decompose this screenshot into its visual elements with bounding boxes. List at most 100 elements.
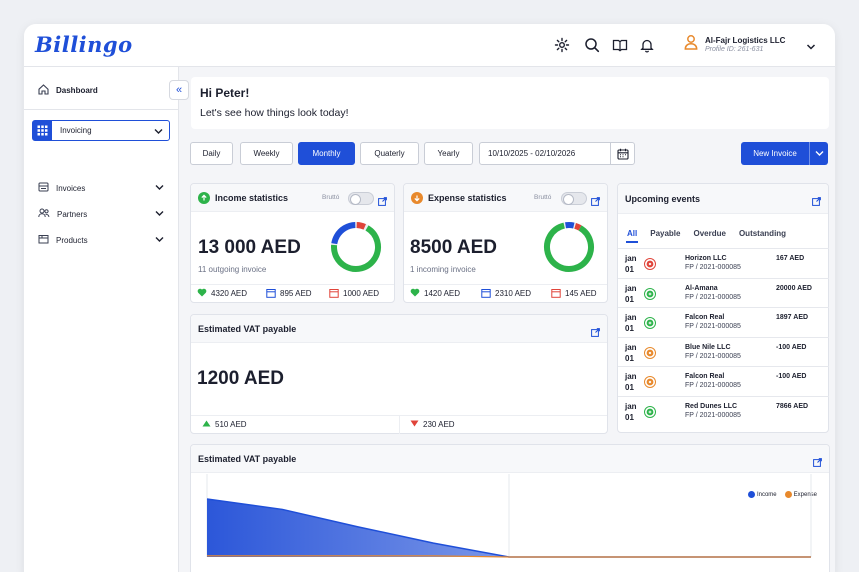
external-link-icon[interactable] [591,324,600,342]
event-amount: 167 AED [776,255,805,262]
expense-icon [411,191,423,204]
greeting-title: Hi Peter! [200,86,250,100]
event-day: 01 [625,265,634,274]
greeting-panel: Hi Peter! Let's see how things look toda… [191,77,829,129]
chevron-down-icon[interactable] [806,38,816,56]
event-partner: Blue Nile LLC [685,343,731,351]
period-yearly-button[interactable]: Yearly [424,142,473,165]
bell-icon[interactable] [638,36,656,54]
event-row[interactable]: jan 01 Falcon Real FP / 2021-000085 -100 AED [618,366,829,396]
status-icon [644,346,656,359]
chevron-down-icon[interactable] [810,150,828,157]
external-link-icon[interactable] [812,193,821,211]
date-range-field[interactable]: 10/10/2025 - 02/10/2026 [479,142,635,165]
gear-icon[interactable] [553,36,571,54]
event-day: 01 [625,353,634,363]
income-icon [198,191,210,204]
tab-payable[interactable]: Payable [650,229,680,238]
period-weekly-button[interactable]: Weekly [240,142,293,165]
event-reference: FP / 2021-000085 [685,411,741,419]
sidebar-item-products[interactable]: Products [38,234,164,246]
status-icon [644,287,656,300]
sidebar-item-partners[interactable]: Partners [38,208,164,220]
income-amount: 13 000 AED [198,237,301,258]
collapse-sidebar-button[interactable]: « [169,80,189,100]
app-window: Billingo Al-Fajr Logistics LLC Profile I… [24,24,835,572]
event-day: 01 [625,383,634,392]
vat-area-chart: Jan 2026Feb 2026Mar 2026 [206,474,812,558]
calendar-overdue-icon [551,288,561,300]
new-invoice-button[interactable]: New Invoice [741,142,828,165]
event-partner: Falcon Real [685,314,725,321]
tab-outstanding[interactable]: Outstanding [739,229,786,238]
chevron-down-icon [155,184,164,193]
sidebar-item-invoices[interactable]: Invoices [38,182,164,194]
event-date: jan 01 [625,312,637,334]
event-amount: 7866 AED [776,402,809,410]
donut-segment-blue [331,222,381,272]
event-row[interactable]: jan 01 Al-Amana FP / 2021-000085 20000 AED [618,277,829,308]
sidebar-item-dashboard[interactable]: Dashboard [38,84,98,97]
products-icon [38,234,49,246]
event-reference: FP / 2021-000085 [685,382,741,389]
brutto-toggle[interactable] [348,192,374,205]
expense-donut-chart [544,222,594,272]
event-reference: FP / 2021-000085 [685,293,741,301]
income-statistics-card: Income statistics Bruttó 13 000 AED 11 o… [190,183,395,303]
period-monthly-button[interactable]: Monthly [298,142,355,165]
metric-due: 895 AED [266,288,312,300]
metric-due: 2310 AED [481,288,531,300]
date-range-value: 10/10/2025 - 02/10/2026 [488,149,576,158]
double-chevron-left-icon: « [175,84,183,96]
period-quarterly-button[interactable]: Quaterly [360,142,419,165]
external-link-icon[interactable] [591,193,600,211]
company-switcher[interactable]: Al-Fajr Logistics LLC Profile ID: 261-63… [684,34,785,55]
brutto-toggle[interactable] [561,192,587,205]
sidebar-item-label: Dashboard [56,86,98,95]
event-row[interactable]: jan 01 Blue Nile LLC FP / 2021-000085 -100 A… [618,336,829,367]
invoice-icon [38,182,49,194]
external-link-icon[interactable] [378,193,387,211]
tab-overdue[interactable]: Overdue [693,229,725,238]
donut-segment-red [544,222,594,272]
sidebar: Dashboard Invoicing Invoices Partners Pr… [24,67,179,572]
donut-segment-blue [544,222,594,272]
event-month: jan [625,283,637,293]
greeting-subtitle: Let's see how things look today! [200,107,349,119]
book-icon[interactable] [611,36,629,54]
search-icon[interactable] [583,36,601,54]
logo[interactable]: Billingo [35,32,133,57]
sidebar-item-label: Products [56,235,88,245]
heart-icon [197,288,207,299]
external-link-icon[interactable] [813,454,822,472]
event-row[interactable]: jan 01 Red Dunes LLC FP / 2021-000085 7866 A… [618,395,829,426]
module-select[interactable]: Invoicing [32,120,170,141]
home-icon [38,84,49,97]
metric-paid: 1420 AED [410,288,460,299]
event-date: jan 01 [625,283,637,305]
vat-chart-card: Estimated VAT payable Income Expense Jan… [190,444,830,572]
brutto-label: Bruttó [322,194,340,201]
expense-metrics: 1420 AED 2310 AED 145 AED [404,284,607,302]
event-row[interactable]: jan 01 Horizon LLC FP / 2021-000085 167 AED [618,248,829,278]
calendar-icon[interactable] [610,143,634,164]
period-daily-button[interactable]: Daily [190,142,233,165]
expense-statistics-card: Expense statistics Bruttó 8500 AED 1 inc… [403,183,608,303]
events-tabs: All Payable Overdue Outstanding [625,229,786,243]
event-date: jan 01 [625,401,637,423]
vat-amount: 1200 AED [197,368,284,389]
user-icon [684,34,698,55]
sidebar-item-label: Partners [57,209,88,219]
event-month: jan [625,372,637,381]
triangle-down-icon [410,420,419,429]
card-header: Estimated VAT payable [191,445,829,473]
vat-payable-card: Estimated VAT payable 1200 AED 510 AED 2… [190,314,608,434]
event-row[interactable]: jan 01 Falcon Real FP / 2021-000085 1897 AED [618,307,829,337]
tab-all[interactable]: All [625,229,639,243]
sidebar-item-label: Invoices [56,183,86,193]
income-donut-chart [331,222,381,272]
event-reference: FP / 2021-000085 [685,352,741,360]
status-icon [644,317,656,329]
event-day: 01 [625,412,634,422]
expense-amount: 8500 AED [410,237,497,258]
